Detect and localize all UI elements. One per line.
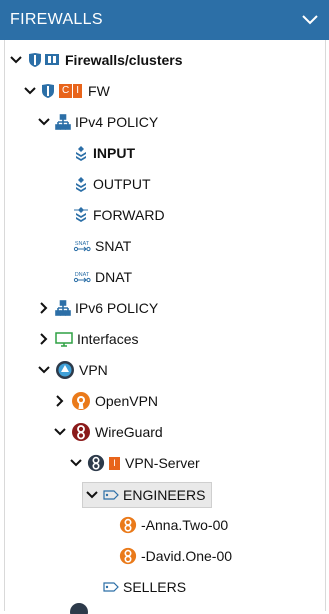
chevron-down-icon[interactable]	[37, 363, 51, 377]
tree-node-wireguard[interactable]: WireGuard	[53, 420, 163, 444]
tree-label: IPv4 POLICY	[75, 114, 159, 130]
tree-node-interfaces[interactable]: Interfaces	[37, 327, 138, 351]
tree-label: INPUT	[93, 145, 135, 161]
tree-node-input[interactable]: INPUT	[73, 141, 135, 165]
tree-label: OUTPUT	[93, 176, 151, 192]
tree-label: SNAT	[95, 238, 132, 254]
tree-node-openvpn[interactable]: OpenVPN	[53, 389, 158, 413]
nat-icon-text: SNAT	[75, 241, 90, 247]
tree-node-anna[interactable]: -Anna.Two-00	[119, 513, 228, 537]
tree-node-forward[interactable]: FORWARD	[73, 203, 165, 227]
tree-label: -Anna.Two-00	[141, 517, 229, 533]
stack-icon	[73, 207, 89, 223]
badge-c: C	[59, 84, 73, 98]
chevron-down-icon[interactable]	[23, 84, 37, 98]
chevron-down-icon[interactable]	[37, 115, 51, 129]
tag-icon	[103, 581, 119, 593]
nat-arrows-icon: SNAT	[73, 239, 91, 253]
chevron-down-icon[interactable]	[53, 425, 67, 439]
tree-label: Interfaces	[77, 331, 139, 347]
wireguard-peer-icon	[119, 547, 137, 565]
chevron-down-icon[interactable]	[301, 11, 319, 29]
tree-node-snat[interactable]: SNAT SNAT	[73, 234, 131, 258]
tag-icon	[103, 489, 119, 501]
chevron-down-icon[interactable]	[85, 488, 99, 502]
chevron-right-icon[interactable]	[37, 301, 51, 315]
openvpn-icon	[71, 391, 91, 411]
tree-node-vpn[interactable]: VPN	[37, 358, 108, 382]
tree-node-firewalls-clusters[interactable]: Firewalls/clusters	[9, 48, 183, 72]
tree-label: Firewalls/clusters	[65, 52, 183, 68]
nat-icon-text: DNAT	[75, 272, 90, 278]
tree-node-engineers[interactable]: ENGINEERS	[82, 482, 213, 508]
tree-node-fw[interactable]: CI FW	[23, 79, 110, 103]
tree-node-dnat[interactable]: DNAT DNAT	[73, 265, 132, 289]
shield-icon	[41, 83, 55, 99]
panel-title: FIREWALLS	[10, 11, 103, 28]
wireguard-icon	[87, 454, 105, 472]
tree-label: VPN	[79, 362, 108, 378]
chevron-down-icon[interactable]	[69, 456, 83, 470]
badge-i: I	[73, 84, 83, 98]
chevron-right-icon[interactable]	[37, 332, 51, 346]
stack-icon	[73, 176, 89, 192]
status-badge: I	[109, 456, 120, 470]
tree-label: DNAT	[95, 269, 133, 285]
tree-label: FORWARD	[93, 207, 165, 223]
panel-header: FIREWALLS	[0, 0, 329, 40]
tree-node-sellers[interactable]: SELLERS	[103, 575, 186, 599]
tree-label: SELLERS	[123, 579, 187, 595]
vpn-globe-icon	[55, 360, 75, 380]
tree-node-vpn-server[interactable]: I VPN-Server	[69, 451, 200, 475]
hierarchy-icon	[55, 300, 71, 316]
tree-label: -David.One-00	[141, 548, 233, 564]
tree-label: WireGuard	[95, 424, 163, 440]
chevron-down-icon[interactable]	[9, 53, 23, 67]
firewalls-group-icon	[27, 52, 61, 68]
wireguard-icon	[71, 422, 91, 442]
stack-icon	[73, 145, 89, 161]
tree-label: IPv6 POLICY	[75, 300, 159, 316]
vpn-globe-icon	[69, 602, 89, 614]
tree-label: VPN-Server	[125, 455, 200, 471]
monitor-icon	[55, 331, 73, 347]
tree-node-partial[interactable]	[69, 602, 93, 614]
chevron-right-icon[interactable]	[53, 394, 67, 408]
hierarchy-icon	[55, 114, 71, 130]
tree-label: OpenVPN	[95, 393, 159, 409]
tree-node-david[interactable]: -David.One-00	[119, 544, 232, 568]
tree-panel: Firewalls/clusters CI FW IPv4 POLICY INP…	[4, 40, 326, 614]
tree-node-ipv6-policy[interactable]: IPv6 POLICY	[37, 296, 158, 320]
tree-label: ENGINEERS	[123, 487, 206, 503]
nat-arrows-icon: DNAT	[73, 270, 91, 284]
tree-label: FW	[88, 83, 110, 99]
tree-node-ipv4-policy[interactable]: IPv4 POLICY	[37, 110, 158, 134]
tree-node-output[interactable]: OUTPUT	[73, 172, 151, 196]
cluster-status-badge: CI	[59, 84, 83, 98]
wireguard-peer-icon	[119, 516, 137, 534]
